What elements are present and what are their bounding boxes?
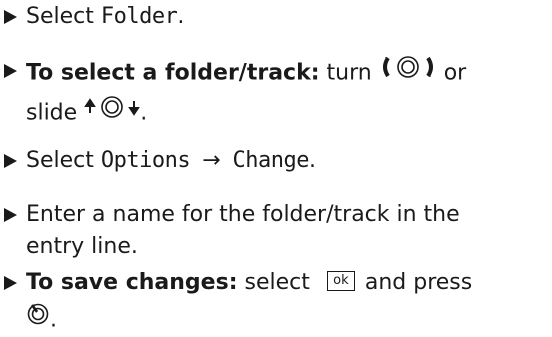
step-text: Select	[26, 148, 101, 173]
step-line: Select Folder.	[26, 2, 184, 32]
step-line-2: .	[26, 302, 57, 337]
step-line: Select Options → Change.	[26, 146, 316, 176]
step-text: .	[140, 100, 148, 126]
step-heading: To select a folder/track:	[26, 60, 320, 86]
step-line-2: slide .	[26, 96, 147, 131]
triangle-bullet-icon	[4, 208, 17, 222]
step-text: and press	[364, 270, 473, 295]
step-text: .	[177, 4, 185, 29]
step-text: slide	[26, 100, 85, 126]
step-line: Enter a name for the folder/track in the	[26, 202, 460, 227]
instruction-list: Select Folder. To select a folder/track:…	[0, 0, 552, 333]
controller-slide-icon	[84, 94, 141, 129]
triangle-bullet-icon	[4, 10, 17, 24]
ok-key-icon: ok	[326, 271, 355, 291]
step-text: .	[309, 148, 317, 173]
controller-press-icon	[26, 302, 50, 335]
menu-item-change: Change	[232, 148, 310, 173]
step-text: or	[436, 60, 467, 86]
step-heading: To save changes:	[26, 270, 238, 295]
step-text: select	[237, 270, 317, 295]
triangle-bullet-icon	[4, 64, 17, 78]
step-line: To select a folder/track: turn or	[26, 56, 466, 91]
menu-item-folder: Folder	[100, 4, 178, 29]
step-line-2: entry line.	[26, 234, 138, 259]
triangle-bullet-icon	[4, 276, 17, 290]
step-text: .	[50, 307, 57, 333]
triangle-bullet-icon	[4, 154, 17, 168]
menu-item-options: Options	[100, 148, 191, 173]
rotary-turn-icon	[379, 54, 437, 89]
step-text: Select	[26, 4, 101, 29]
step-line: To save changes: select ok and press	[26, 268, 472, 298]
step-text: turn	[319, 60, 379, 86]
arrow-right-icon: →	[202, 148, 221, 173]
